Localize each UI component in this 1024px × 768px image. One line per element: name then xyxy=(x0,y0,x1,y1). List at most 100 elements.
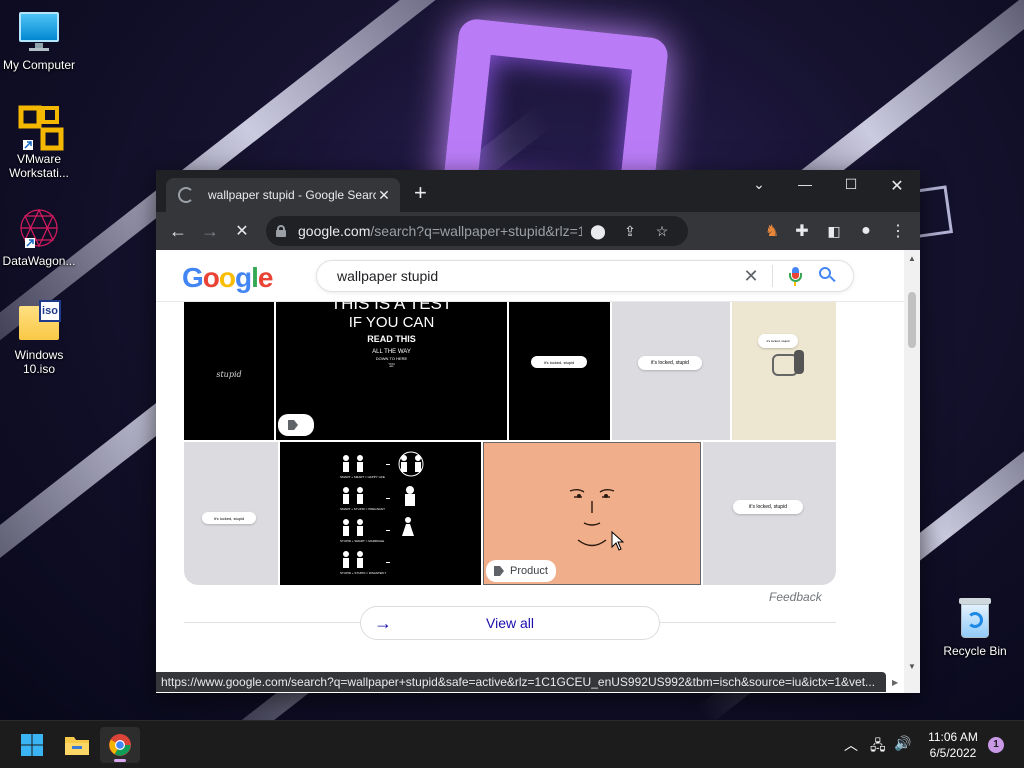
scroll-down-arrow-icon[interactable]: ▼ xyxy=(904,662,920,671)
notification-badge[interactable]: 1 xyxy=(988,737,1004,753)
recycle-bin-icon xyxy=(953,596,997,640)
vmware-icon xyxy=(17,104,64,151)
address-url: google.com/search?q=wallpaper+stupid&rlz… xyxy=(298,223,582,239)
image-text: IF YOU CAN xyxy=(348,314,435,331)
back-button[interactable]: ← xyxy=(162,221,194,242)
bookmark-star-icon[interactable]: ☆ xyxy=(646,223,678,240)
scrollbar-thumb[interactable] xyxy=(908,292,916,348)
chrome-taskbar-button[interactable] xyxy=(100,727,140,763)
search-icon[interactable] xyxy=(811,264,843,288)
close-window-button[interactable]: ✕ xyxy=(882,176,912,196)
show-hidden-icons-chevron-icon[interactable]: ︿ xyxy=(844,735,858,755)
image-result[interactable]: it's locked, stupid xyxy=(612,300,730,440)
page-viewport: Google wallpaper stupid ✕ stupid THIS IS… xyxy=(156,250,904,693)
desktop-icon-vmware[interactable]: VMware Workstati... xyxy=(0,104,78,180)
search-box[interactable]: wallpaper stupid ✕ xyxy=(316,260,854,292)
system-clock[interactable]: 11:06 AM 6/5/2022 xyxy=(920,729,986,761)
search-divider xyxy=(772,265,773,287)
volume-icon[interactable]: 🔊 xyxy=(894,735,911,752)
desktop-icon-label: My Computer xyxy=(2,58,76,72)
extensions-puzzle-icon[interactable]: ✚ xyxy=(786,221,818,241)
chrome-titlebar: wallpaper stupid - Google Search ✕ + ⌄ —… xyxy=(156,170,920,212)
image-result[interactable]: it's locked, stupid xyxy=(184,442,278,585)
logo-letter: G xyxy=(182,262,204,293)
image-result[interactable]: it's locked, stupid xyxy=(732,300,836,440)
search-input[interactable]: wallpaper stupid xyxy=(337,268,736,284)
logo-letter: o xyxy=(202,262,220,293)
start-button[interactable] xyxy=(12,727,52,763)
desktop-icon-windows-iso[interactable]: iso Windows 10.iso xyxy=(0,300,78,376)
chrome-menu-icon[interactable]: ⋮ xyxy=(882,221,914,241)
side-panel-icon[interactable]: ◧ xyxy=(818,223,850,240)
active-app-indicator xyxy=(114,759,126,762)
datawagon-icon xyxy=(17,206,61,250)
feedback-link[interactable]: Feedback xyxy=(769,590,822,604)
product-tag-chip[interactable]: Product xyxy=(486,560,556,582)
image-result[interactable]: stupid xyxy=(184,300,274,440)
url-domain: google.com xyxy=(298,223,371,239)
page-scrollbar[interactable]: ▲ ▼ xyxy=(904,250,920,693)
minimize-button[interactable]: — xyxy=(790,176,820,192)
maximize-button[interactable]: ☐ xyxy=(836,176,866,193)
share-icon[interactable]: ⇪ xyxy=(614,223,646,240)
brave-lion-extension-icon[interactable]: ♞ xyxy=(756,221,788,241)
image-text: it's locked, stupid xyxy=(202,512,256,524)
tag-icon xyxy=(288,420,298,430)
file-explorer-button[interactable] xyxy=(57,727,97,763)
chart-row-label: SMART + STUPID = PREGNANT xyxy=(340,507,385,511)
new-tab-button[interactable]: + xyxy=(414,182,427,204)
scroll-up-arrow-icon[interactable]: ▲ xyxy=(904,254,920,263)
desktop-icon-recycle-bin[interactable]: Recycle Bin xyxy=(936,596,1014,658)
image-text: THIS IS A TEST xyxy=(330,300,453,313)
scroll-right-arrow-icon[interactable]: ▶ xyxy=(892,678,898,687)
image-result[interactable]: it's locked, stupid xyxy=(703,442,836,585)
link-status-bar: https://www.google.com/search?q=wallpape… xyxy=(156,672,886,692)
desktop-icon-label: VMware Workstati... xyxy=(9,152,69,180)
product-tag-label: Product xyxy=(510,565,548,577)
chrome-toolbar: ← → ✕ google.com/search?q=wallpaper+stup… xyxy=(156,212,920,250)
tab-title: wallpaper stupid - Google Search xyxy=(208,188,376,202)
product-tag-chip[interactable] xyxy=(278,414,314,436)
iso-file-icon: iso xyxy=(17,300,61,344)
image-text: ALL THE WAY xyxy=(372,349,411,355)
stop-loading-button[interactable]: ✕ xyxy=(226,221,258,241)
address-bar[interactable]: google.com/search?q=wallpaper+stupid&rlz… xyxy=(266,216,688,246)
chart-row-label: STUPID + SMART = MARRIAGE xyxy=(340,539,385,543)
clock-time: 11:06 AM xyxy=(928,730,978,744)
view-all-button[interactable]: → View all xyxy=(360,606,660,640)
image-text: it's locked, stupid xyxy=(638,356,702,370)
tab-search-chevron-icon[interactable]: ⌄ xyxy=(744,176,774,193)
browser-tab[interactable]: wallpaper stupid - Google Search ✕ xyxy=(166,178,400,212)
desktop-icon-datawagon[interactable]: DataWagon... xyxy=(0,206,78,268)
mouse-cursor-icon xyxy=(611,531,625,551)
chart-row-label: SMART + SMART = HAPPY LIFE xyxy=(340,475,385,479)
image-result-hovered[interactable]: Product xyxy=(483,442,701,585)
google-header: Google wallpaper stupid ✕ xyxy=(156,250,904,302)
forward-button[interactable]: → xyxy=(194,221,226,242)
chart-row-label: STUPID + STUPID = DISASTER !! xyxy=(340,571,387,575)
image-result[interactable]: it's locked, stupid xyxy=(509,300,610,440)
image-result[interactable]: SMART + SMART = HAPPY LIFE SMART + STUPI… xyxy=(280,442,481,585)
microphone-icon[interactable] xyxy=(779,264,811,288)
folder-icon xyxy=(65,737,89,755)
desktop-icon-label: Windows 10.iso xyxy=(14,348,64,376)
image-text: READ THIS xyxy=(367,334,416,344)
image-result[interactable]: THIS IS A TEST IF YOU CAN READ THIS ALL … xyxy=(276,300,507,440)
windows-logo-icon xyxy=(21,734,43,756)
google-logo[interactable]: Google xyxy=(182,262,273,294)
image-text: it's locked, stupid xyxy=(758,334,798,348)
stick-figure-chart xyxy=(343,451,424,568)
tab-close-icon[interactable]: ✕ xyxy=(376,187,392,204)
arrow-right-icon: → xyxy=(374,612,392,633)
desktop-icon-my-computer[interactable]: My Computer xyxy=(0,10,78,72)
desktop-icon-label: DataWagon... xyxy=(2,254,76,268)
image-text: DOWN TO HERE xyxy=(375,356,408,361)
image-caption: stupid xyxy=(216,370,242,379)
loading-spinner-icon xyxy=(178,187,194,203)
logo-letter: o xyxy=(218,262,236,293)
profile-avatar-icon[interactable]: ● xyxy=(850,222,882,240)
cartoon-figure xyxy=(794,350,804,374)
network-icon[interactable]: 🖧 xyxy=(870,735,886,759)
location-pin-icon[interactable]: ⬤ xyxy=(582,223,614,240)
clear-search-icon[interactable]: ✕ xyxy=(736,266,766,287)
